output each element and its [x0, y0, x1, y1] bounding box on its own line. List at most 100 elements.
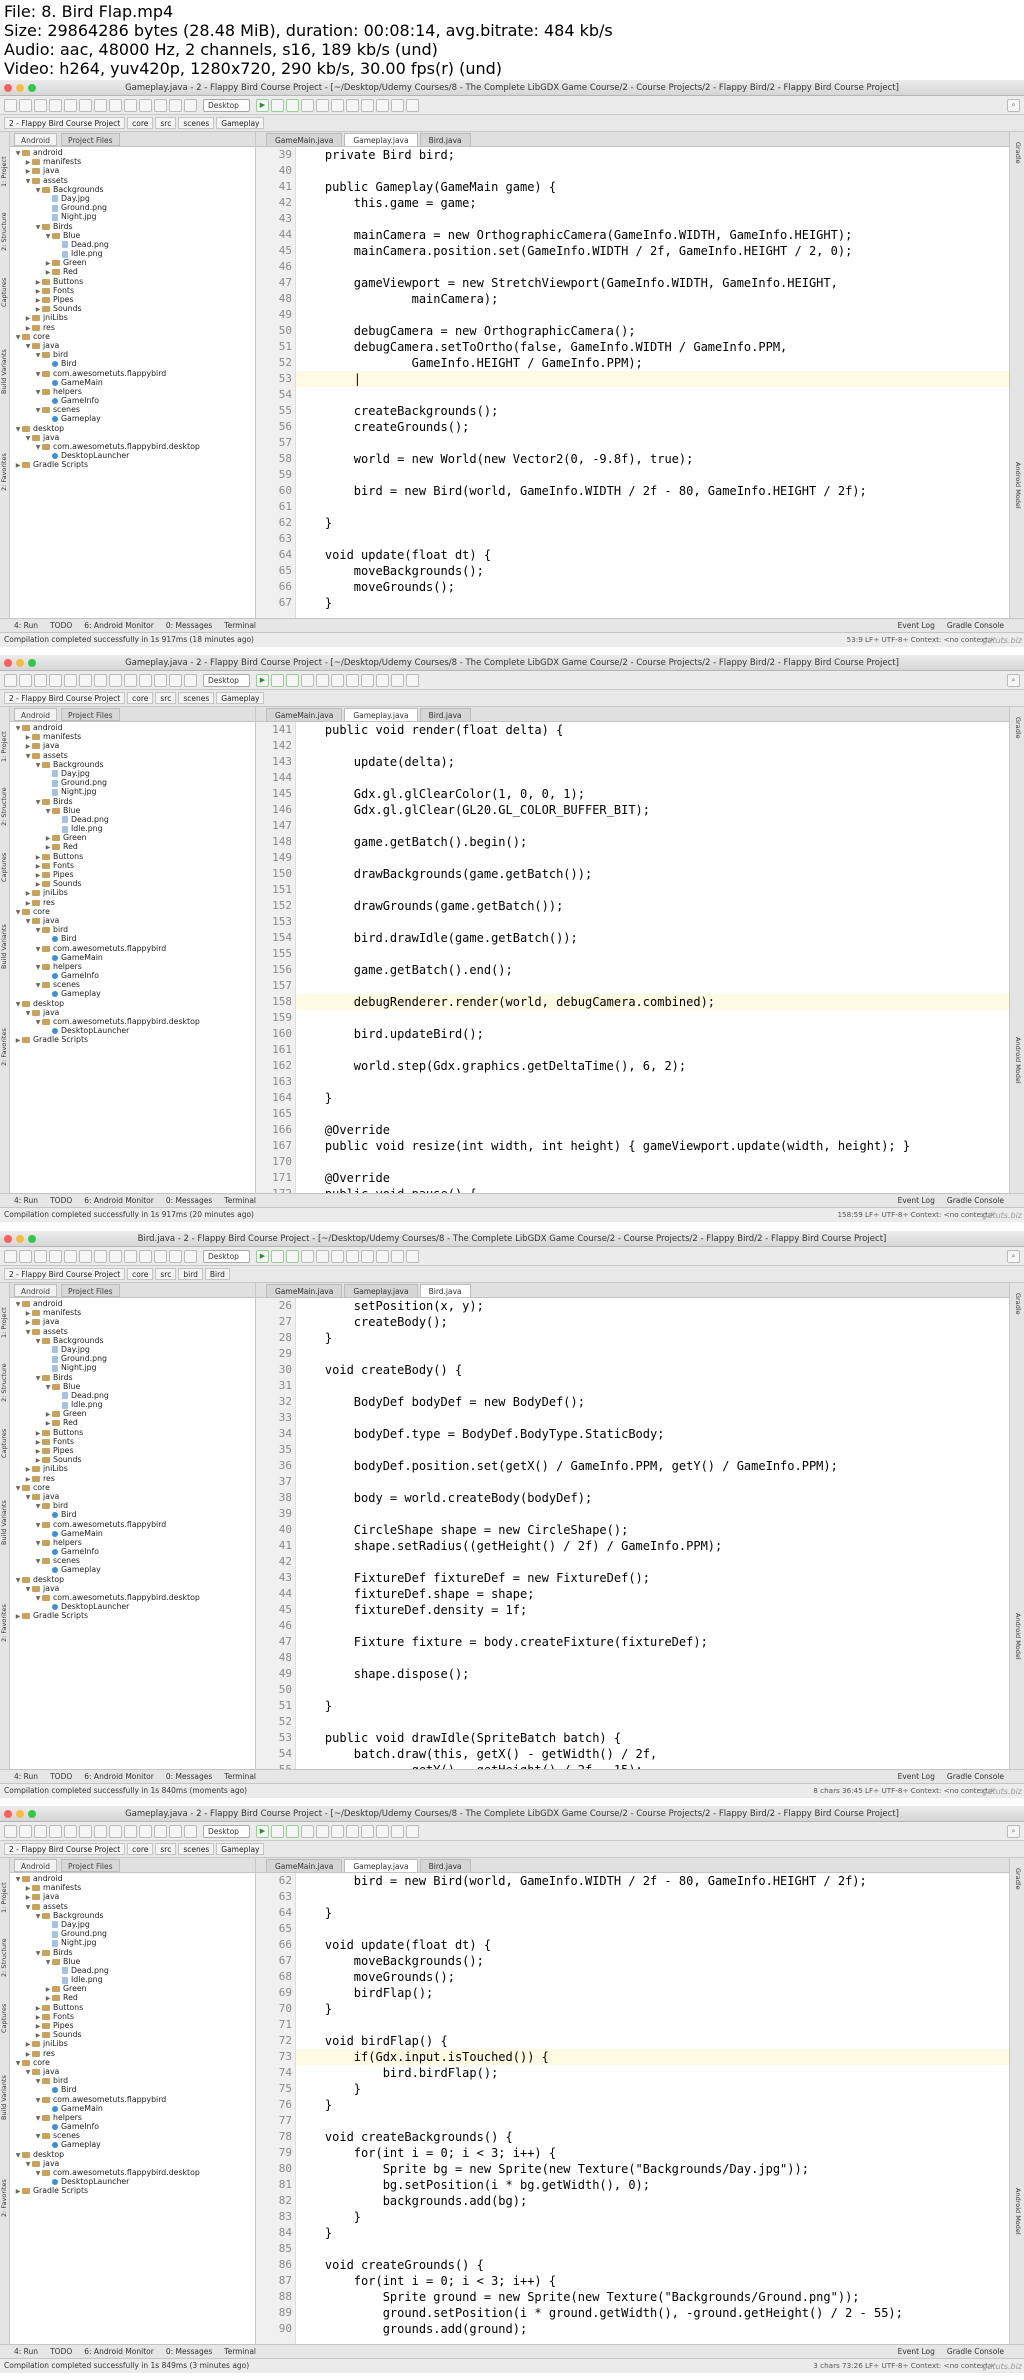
tree-item[interactable]: ▼ com.awesometuts.flappybird [10, 2095, 255, 2104]
code-line[interactable]: 27 createBody(); [279, 1314, 1009, 1330]
left-tool-tab[interactable]: Captures [0, 1413, 10, 1473]
code-line[interactable]: 89 ground.setPosition(i * ground.getWidt… [279, 2305, 1009, 2321]
breadcrumb-item[interactable]: scenes [178, 692, 215, 704]
tree-item[interactable]: ▶ Red [10, 842, 255, 851]
code-line[interactable]: 54 batch.draw(this, getX() - getWidth() … [279, 1746, 1009, 1762]
code-line[interactable]: 141 public void render(float delta) { [272, 722, 1009, 738]
editor-tab[interactable]: Gameplay.java [344, 1284, 418, 1297]
tree-item[interactable]: Bird [10, 359, 255, 368]
code-line[interactable]: 38 body = world.createBody(bodyDef); [279, 1490, 1009, 1506]
tree-item[interactable]: ▼ scenes [10, 1556, 255, 1565]
code-line[interactable]: 144 [272, 770, 1009, 786]
code-line[interactable]: 61 [279, 499, 1009, 515]
tab-project-files[interactable]: Project Files [61, 1283, 120, 1297]
tree-item[interactable]: ▶ Fonts [10, 861, 255, 870]
bottom-tool-button[interactable]: 4: Run [14, 2347, 38, 2356]
left-tool-tab[interactable]: 2: Structure [0, 1928, 10, 1988]
tree-item[interactable]: ▼ android [10, 1874, 255, 1883]
minimize-window-button[interactable] [16, 659, 24, 667]
tree-item[interactable]: ▶ Pipes [10, 870, 255, 879]
tree-item[interactable]: ▶ Gradle Scripts [10, 2186, 255, 2195]
code-line[interactable]: 44 mainCamera = new OrthographicCamera(G… [279, 227, 1009, 243]
collapse-arrow-icon[interactable]: ▶ [14, 461, 22, 470]
tree-item[interactable]: ▼ core [10, 1483, 255, 1492]
code-line[interactable]: 81 bg.setPosition(i * bg.getWidth(), 0); [279, 2177, 1009, 2193]
bottom-tool-button[interactable]: 0: Messages [166, 621, 212, 630]
debug-icon[interactable] [270, 673, 284, 687]
editor-tab[interactable]: Bird.java [419, 708, 471, 721]
search-everywhere-icon[interactable]: ⌕ [1007, 673, 1020, 687]
debug-icon[interactable] [270, 98, 284, 112]
maximize-window-button[interactable] [28, 1810, 36, 1818]
tree-item[interactable]: DesktopLauncher [10, 451, 255, 460]
tree-item[interactable]: GameInfo [10, 1547, 255, 1556]
left-tool-tab[interactable]: Build Variants [0, 1493, 10, 1553]
code-line[interactable]: 153 [272, 914, 1009, 930]
tab-android-view[interactable]: Android [14, 707, 57, 721]
tab-project-files[interactable]: Project Files [61, 707, 120, 721]
tree-item[interactable]: ▶ java [10, 1317, 255, 1326]
run-config-select[interactable]: Desktop [203, 1249, 250, 1263]
code-line[interactable]: 30 void createBody() { [279, 1362, 1009, 1378]
code-line[interactable]: 158 debugRenderer.render(world, debugCam… [272, 994, 1009, 1010]
breadcrumb-item[interactable]: src [155, 1268, 177, 1280]
right-tool-tab[interactable]: Gradle [1012, 1868, 1022, 1890]
sdk-icon[interactable] [360, 1249, 374, 1263]
tree-item[interactable]: ▶ Red [10, 267, 255, 276]
tree-item[interactable]: ▶ manifests [10, 1883, 255, 1892]
code-line[interactable]: 74 bird.birdFlap(); [279, 2065, 1009, 2081]
tree-item[interactable]: ▶ res [10, 2049, 255, 2058]
code-line[interactable]: 43 FixtureDef fixtureDef = new FixtureDe… [279, 1570, 1009, 1586]
build-icon[interactable] [184, 1249, 197, 1263]
tree-item[interactable]: ▼ helpers [10, 2113, 255, 2122]
tab-android-view[interactable]: Android [14, 132, 57, 146]
bottom-tool-button[interactable]: 0: Messages [166, 1196, 212, 1205]
sync-icon[interactable] [34, 1249, 47, 1263]
code-line[interactable]: 37 [279, 1474, 1009, 1490]
tree-item[interactable]: ▼ core [10, 332, 255, 341]
tree-item[interactable]: ▼ com.awesometuts.flappybird [10, 1520, 255, 1529]
code-line[interactable]: 152 drawGrounds(game.getBatch()); [272, 898, 1009, 914]
code-line[interactable]: 86 void createGrounds() { [279, 2257, 1009, 2273]
collapse-arrow-icon[interactable]: ▶ [14, 2187, 22, 2196]
tree-item[interactable]: ▼ scenes [10, 980, 255, 989]
code-line[interactable]: 83 } [279, 2209, 1009, 2225]
tree-item[interactable]: ▼ java [10, 1008, 255, 1017]
code-line[interactable]: 62 } [279, 515, 1009, 531]
tree-item[interactable]: ▶ Buttons [10, 2003, 255, 2012]
tree-item[interactable]: Bird [10, 1510, 255, 1519]
code-line[interactable]: 53 public void drawIdle(SpriteBatch batc… [279, 1730, 1009, 1746]
help-icon[interactable] [405, 673, 419, 687]
run-icon[interactable]: ▶ [255, 98, 269, 112]
code-line[interactable]: 52 [279, 1714, 1009, 1730]
open-icon[interactable] [4, 98, 17, 112]
forward-nav-icon[interactable] [169, 1249, 182, 1263]
run-config-select[interactable]: Desktop [203, 1824, 250, 1838]
gradle-console-button[interactable]: Gradle Console [947, 1772, 1004, 1781]
bottom-tool-button[interactable]: 6: Android Monitor [84, 621, 154, 630]
tree-item[interactable]: ▶ Gradle Scripts [10, 1035, 255, 1044]
left-tool-tab[interactable]: 2: Favorites [0, 442, 10, 502]
code-line[interactable]: 39 private Bird bird; [279, 147, 1009, 163]
tree-item[interactable]: ▶ Gradle Scripts [10, 1611, 255, 1620]
code-line[interactable]: 28 } [279, 1330, 1009, 1346]
tree-item[interactable]: ▼ java [10, 916, 255, 925]
tree-item[interactable]: ▼ desktop [10, 424, 255, 433]
code-line[interactable]: 165 [272, 1106, 1009, 1122]
paste-icon[interactable] [109, 673, 122, 687]
tree-item[interactable]: Day.jpg [10, 1345, 255, 1354]
code-line[interactable]: 48 mainCamera); [279, 291, 1009, 307]
close-window-button[interactable] [4, 1235, 12, 1243]
tree-item[interactable]: ▶ Green [10, 1984, 255, 1993]
code-line[interactable]: 160 bird.updateBird(); [272, 1026, 1009, 1042]
left-tool-tab[interactable]: Captures [0, 1988, 10, 2048]
code-line[interactable]: 35 [279, 1442, 1009, 1458]
back-icon[interactable] [49, 1824, 62, 1838]
bottom-tool-button[interactable]: Terminal [224, 2347, 256, 2356]
code-line[interactable]: 50 debugCamera = new OrthographicCamera(… [279, 323, 1009, 339]
breadcrumb-item[interactable]: Bird [204, 1268, 230, 1280]
code-line[interactable]: 154 bird.drawIdle(game.getBatch()); [272, 930, 1009, 946]
copy-icon[interactable] [94, 1249, 107, 1263]
breadcrumb-item[interactable]: core [127, 117, 154, 129]
bottom-tool-button[interactable]: 4: Run [14, 1196, 38, 1205]
